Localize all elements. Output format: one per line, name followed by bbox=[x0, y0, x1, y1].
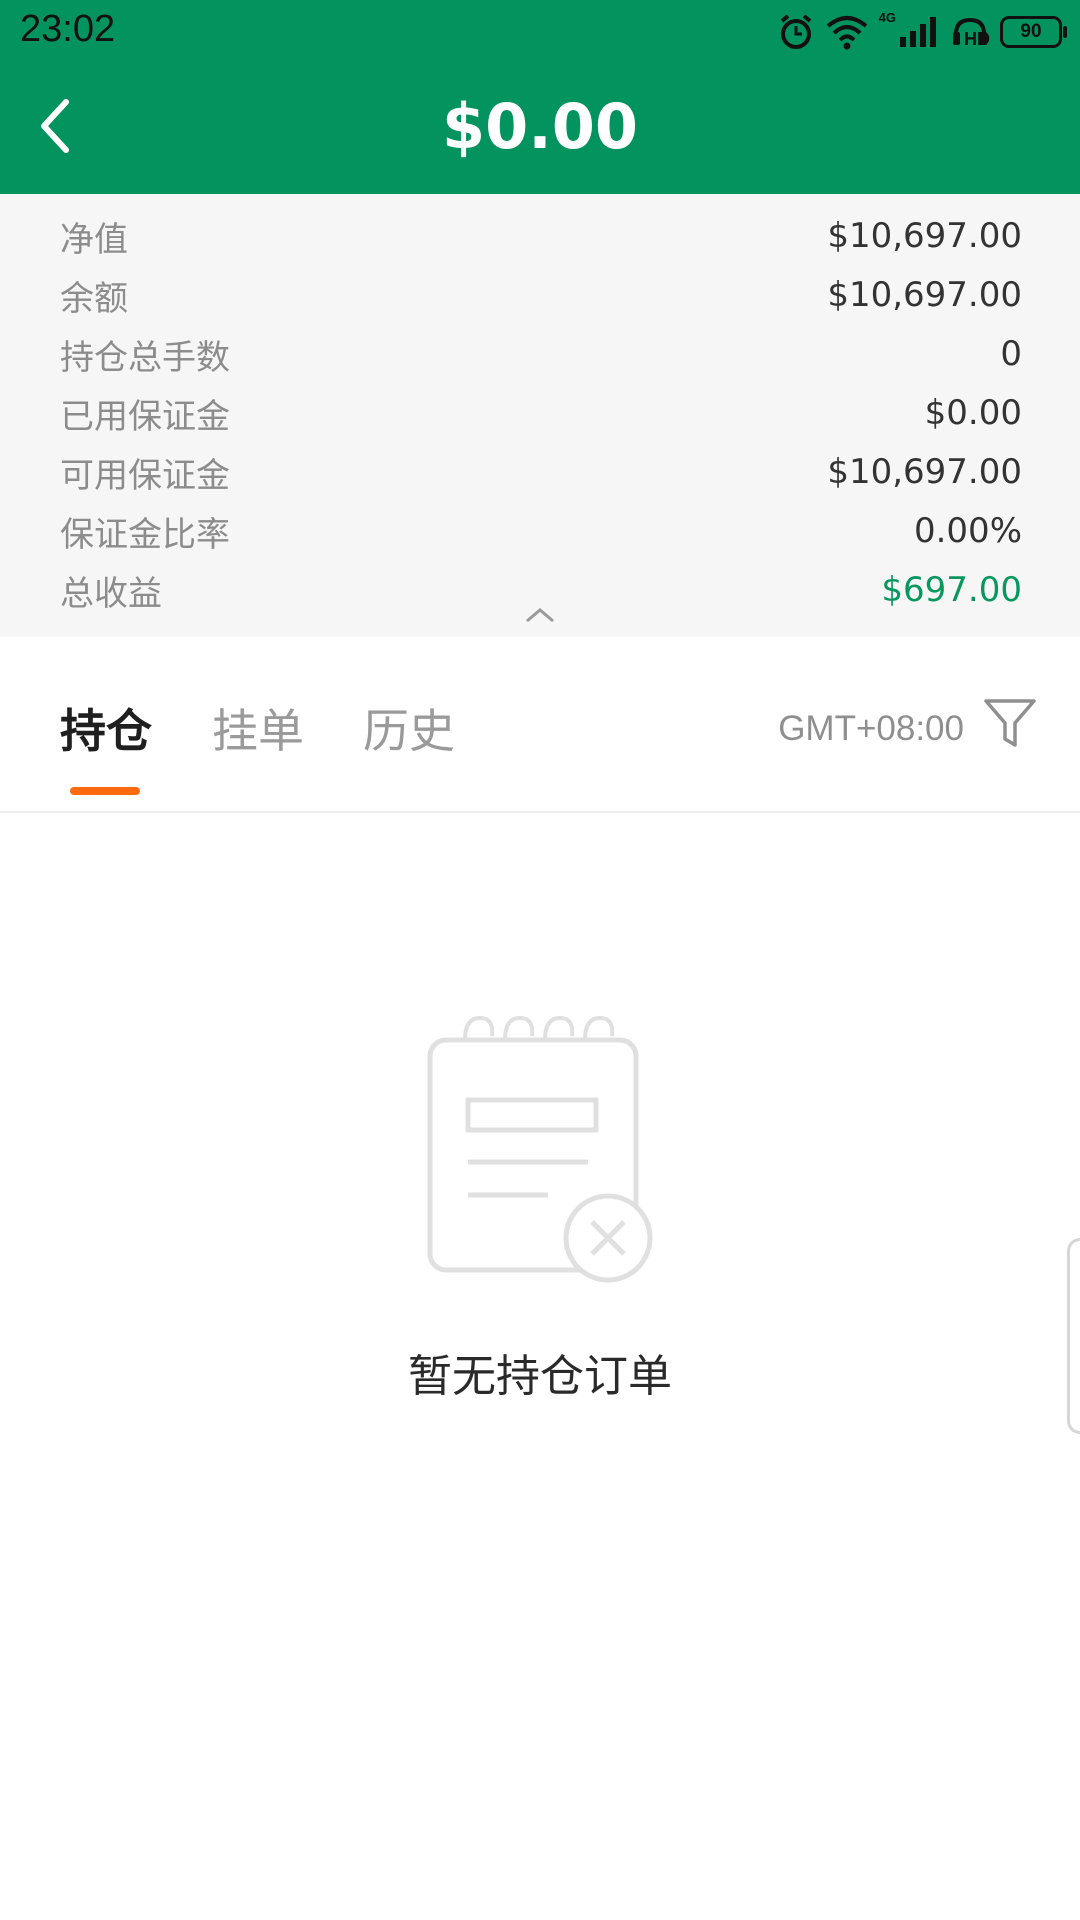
summary-row-free-margin: 可用保证金 $10,697.00 bbox=[60, 448, 1022, 496]
summary-label: 持仓总手数 bbox=[60, 337, 230, 378]
tab-pending-orders[interactable]: 挂单 bbox=[212, 695, 304, 761]
signal-icon bbox=[900, 17, 936, 47]
summary-value: $10,697.00 bbox=[827, 452, 1022, 492]
summary-row-used-margin: 已用保证金 $0.00 bbox=[60, 389, 1022, 437]
order-tabs: 持仓 挂单 历史 GMT+08:00 bbox=[0, 637, 1080, 813]
status-bar: 23:02 4G HD 90 bbox=[0, 0, 1080, 62]
timezone-label[interactable]: GMT+08:00 bbox=[778, 709, 964, 749]
summary-label: 已用保证金 bbox=[60, 396, 230, 437]
summary-row-total-lots: 持仓总手数 0 bbox=[60, 330, 1022, 378]
summary-value: $10,697.00 bbox=[827, 216, 1022, 256]
empty-notepad-icon bbox=[427, 1015, 653, 1283]
summary-label: 净值 bbox=[60, 219, 128, 260]
hd-label: HD bbox=[964, 28, 990, 49]
summary-row-balance: 余额 $10,697.00 bbox=[60, 271, 1022, 319]
chevron-up-icon[interactable] bbox=[524, 606, 556, 624]
summary-value-profit: $697.00 bbox=[881, 570, 1022, 610]
battery-icon: 90 bbox=[1000, 16, 1067, 48]
account-summary: 净值 $10,697.00 余额 $10,697.00 持仓总手数 0 已用保证… bbox=[0, 194, 1080, 637]
side-drawer-handle[interactable] bbox=[1067, 1238, 1080, 1434]
summary-value: 0.00% bbox=[913, 511, 1022, 551]
tab-history[interactable]: 历史 bbox=[363, 695, 455, 761]
app-header: 23:02 4G HD 90 $0.00 bbox=[0, 0, 1080, 194]
summary-row-net-value: 净值 $10,697.00 bbox=[60, 212, 1022, 260]
summary-value: 0 bbox=[1000, 334, 1022, 374]
alarm-icon bbox=[780, 14, 811, 49]
summary-label: 余额 bbox=[60, 278, 128, 319]
tab-positions[interactable]: 持仓 bbox=[60, 695, 152, 761]
filter-icon[interactable] bbox=[982, 695, 1038, 751]
status-time: 23:02 bbox=[20, 8, 116, 50]
wifi-icon bbox=[826, 16, 867, 50]
empty-state-message: 暂无持仓订单 bbox=[408, 1351, 672, 1402]
summary-value: $0.00 bbox=[924, 393, 1022, 433]
summary-label: 保证金比率 bbox=[60, 514, 230, 555]
summary-value: $10,697.00 bbox=[827, 275, 1022, 315]
summary-row-margin-ratio: 保证金比率 0.00% bbox=[60, 507, 1022, 555]
active-tab-indicator bbox=[70, 787, 140, 795]
network-type: 4G bbox=[878, 10, 896, 25]
status-icons: 4G HD 90 bbox=[777, 10, 1067, 54]
summary-label: 可用保证金 bbox=[60, 455, 230, 496]
page-title: $0.00 bbox=[441, 90, 639, 163]
summary-label: 总收益 bbox=[60, 573, 162, 614]
battery-level: 90 bbox=[1020, 21, 1042, 42]
